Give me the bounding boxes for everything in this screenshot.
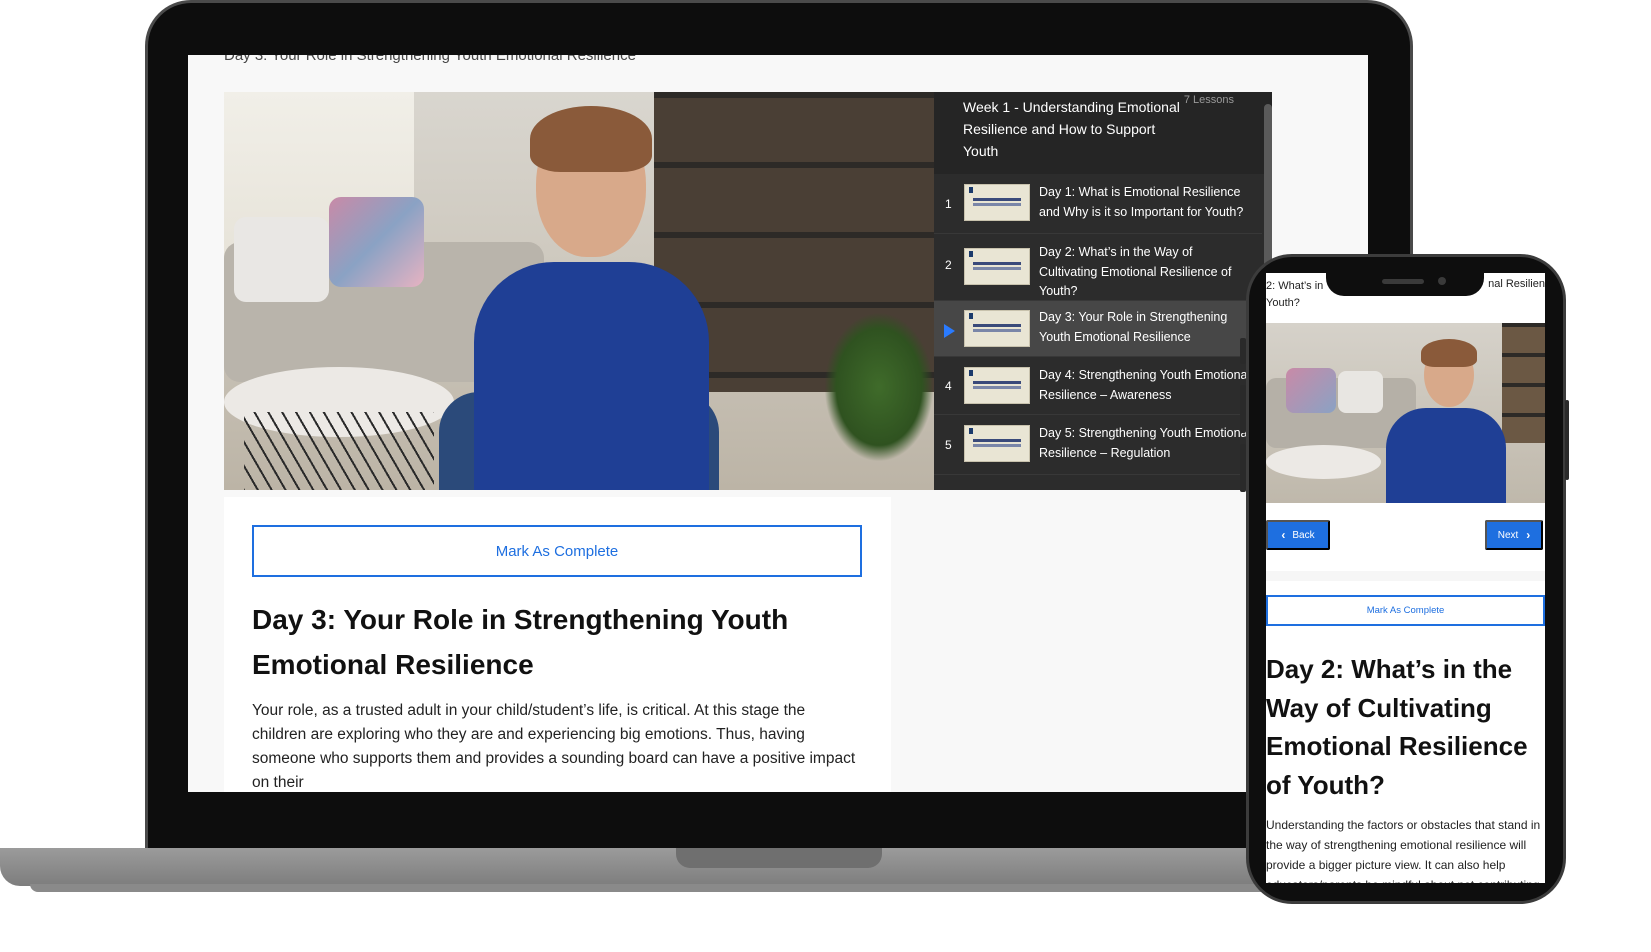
back-button[interactable]: ‹ Back: [1266, 520, 1330, 550]
presenter-hair: [530, 106, 652, 172]
playlist-item-number: 1: [945, 197, 952, 211]
lesson-body: Your role, as a trusted adult in your ch…: [252, 702, 856, 791]
video-scene-bookshelf: [1502, 323, 1545, 443]
playlist-title: Week 1 - Understanding Emotional Resilie…: [963, 99, 1180, 159]
mark-complete-button[interactable]: Mark As Complete: [1266, 595, 1545, 626]
chevron-left-icon: ‹: [1281, 528, 1286, 542]
playlist-item-label: Day 5: Strengthening Youth Emotional Res…: [1039, 426, 1251, 460]
playlist-item-number: 5: [945, 438, 952, 452]
mark-complete-button[interactable]: Mark As Complete: [252, 525, 862, 577]
lesson-title: Day 3: Your Role in Strengthening Youth …: [252, 604, 789, 680]
phone-speaker: [1382, 279, 1424, 284]
lesson-playlist: Week 1 - Understanding Emotional Resilie…: [934, 92, 1272, 490]
phone-screen: 2: What’s in Youth? nal Resilien ‹ Back …: [1266, 273, 1545, 883]
video-presenter: [474, 106, 709, 490]
playlist-item[interactable]: 1 Day 1: What is Emotional Resilience an…: [934, 174, 1262, 234]
playlist-item-number: 2: [945, 258, 952, 272]
video-scene-pillow: [1286, 368, 1336, 413]
video-scene-table: [1266, 445, 1381, 479]
lesson-content: Mark As Complete Day 3: Your Role in Str…: [224, 497, 891, 792]
phone-header-title: 2: What’s in Youth?: [1266, 280, 1324, 309]
playlist-item-thumbnail: [964, 310, 1030, 347]
playlist-item-label: Day 3: Your Role in Strengthening Youth …: [1039, 310, 1228, 344]
laptop-screen: Day 3: Your Role in Strengthening Youth …: [188, 55, 1368, 792]
phone-video-player[interactable]: [1266, 323, 1545, 503]
laptop-base: [0, 848, 1340, 886]
lesson-body: Understanding the factors or obstacles t…: [1266, 818, 1541, 883]
video-scene-pillow: [329, 197, 424, 287]
playlist-item-thumbnail: [964, 425, 1030, 462]
playlist-item-thumbnail: [964, 184, 1030, 221]
presenter-body: [1386, 408, 1506, 503]
play-icon: [944, 324, 955, 338]
section-divider: [1266, 571, 1545, 581]
back-button-label: Back: [1292, 529, 1315, 541]
playlist-item-label: Day 1: What is Emotional Resilience and …: [1039, 185, 1244, 219]
phone-side-button: [1240, 444, 1246, 492]
playlist-item[interactable]: 5 Day 5: Strengthening Youth Emotional R…: [934, 415, 1262, 475]
playlist-item-thumbnail: [964, 248, 1030, 285]
phone-power-button: [1565, 400, 1569, 480]
video-scene-table-legs: [244, 412, 434, 490]
laptop-base-shadow: [30, 884, 1330, 892]
phone-side-button: [1240, 385, 1246, 433]
next-button[interactable]: Next ›: [1485, 520, 1543, 550]
playlist-item-label: Day 4: Strengthening Youth Emotional Res…: [1039, 368, 1251, 402]
lesson-title: Day 2: What’s in the Way of Cultivating …: [1266, 654, 1528, 800]
video-scene-pillow: [1338, 371, 1383, 413]
presenter-body: [474, 262, 709, 490]
laptop-notch: [676, 848, 882, 868]
playlist-header: Week 1 - Understanding Emotional Resilie…: [934, 92, 1272, 174]
video-player[interactable]: [224, 92, 934, 490]
video-scene-pillow: [234, 217, 329, 302]
next-button-label: Next: [1497, 529, 1519, 541]
chevron-right-icon: ›: [1526, 528, 1531, 542]
presenter-hair: [1421, 339, 1477, 367]
playlist-lesson-count: 7 Lessons: [1183, 94, 1234, 106]
page-heading: Day 3: Your Role in Strengthening Youth …: [224, 55, 636, 64]
phone-notch: [1326, 272, 1484, 296]
playlist-item[interactable]: 4 Day 4: Strengthening Youth Emotional R…: [934, 357, 1262, 415]
video-scene-plant: [824, 312, 934, 462]
phone-side-button: [1240, 338, 1246, 364]
phone-header-title-overflow: nal Resilien: [1488, 278, 1545, 290]
playlist-item-label: Day 2: What’s in the Way of Cultivating …: [1039, 245, 1232, 298]
playlist-item[interactable]: 2 Day 2: What’s in the Way of Cultivatin…: [934, 234, 1262, 301]
playlist-item-number: 4: [945, 379, 952, 393]
playlist-item-thumbnail: [964, 367, 1030, 404]
playlist-item-active[interactable]: Day 3: Your Role in Strengthening Youth …: [934, 301, 1262, 357]
phone-camera: [1438, 277, 1446, 285]
